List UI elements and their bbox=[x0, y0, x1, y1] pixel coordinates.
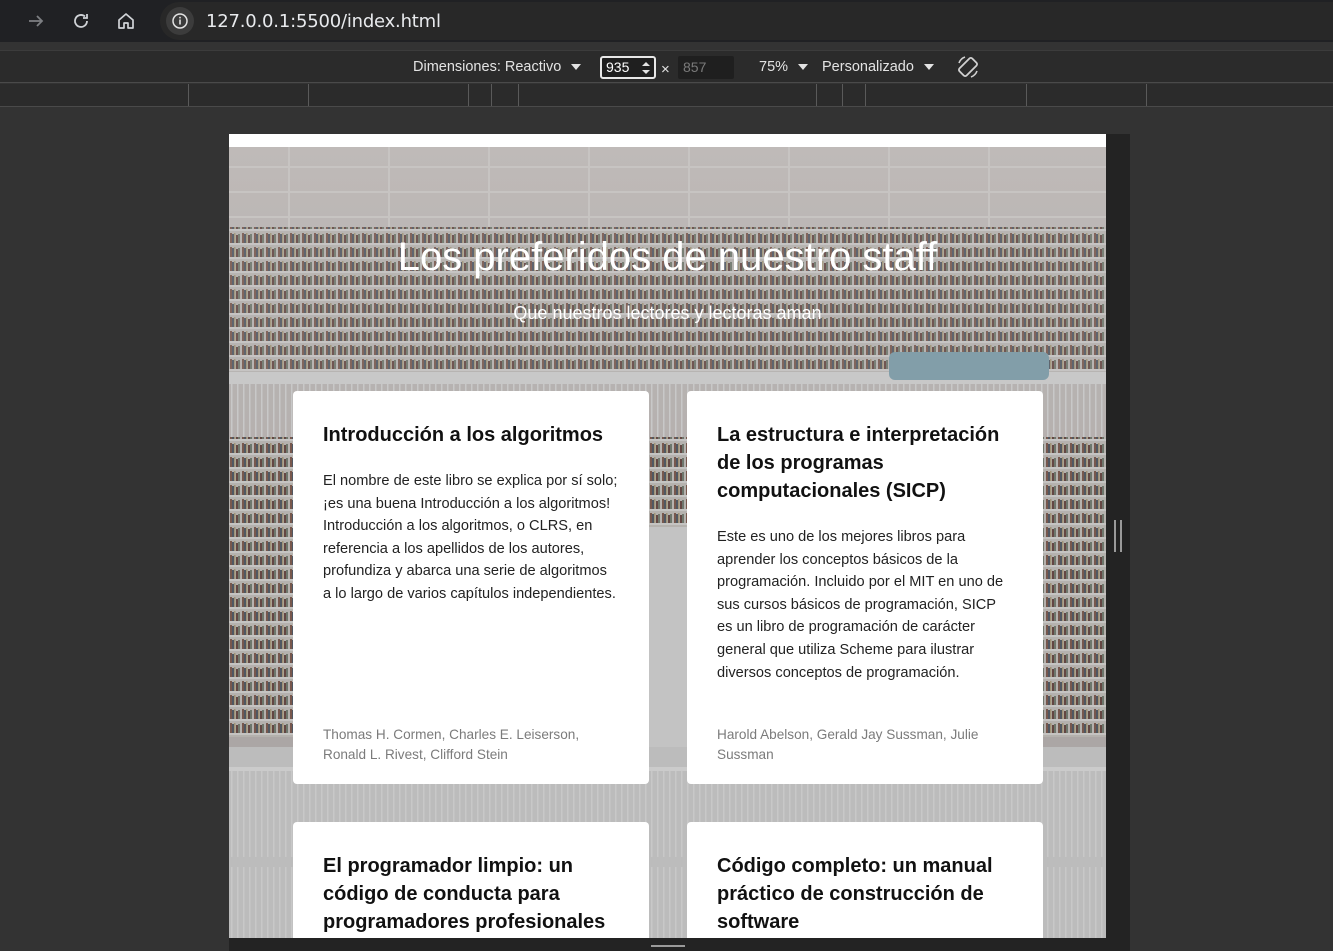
zoom-label: 75% bbox=[759, 59, 789, 75]
page-viewport: Los preferidos de nuestro staff Que nues… bbox=[229, 134, 1106, 938]
resize-handle-bottom[interactable] bbox=[651, 945, 685, 948]
book-title: Código completo: un manual práctico de c… bbox=[717, 855, 993, 933]
height-input[interactable]: 857 bbox=[678, 56, 734, 79]
book-card: El programador limpio: un código de cond… bbox=[293, 822, 649, 938]
spinner-icon[interactable] bbox=[641, 60, 651, 76]
dimensions-label: Dimensiones: Reactivo bbox=[413, 59, 562, 75]
url-text: 127.0.0.1:5500/index.html bbox=[206, 11, 441, 32]
forward-button[interactable] bbox=[21, 6, 51, 36]
media-query-bar[interactable] bbox=[0, 84, 1333, 107]
browser-toolbar: 127.0.0.1:5500/index.html bbox=[0, 0, 1333, 42]
book-authors: Harold Abelson, Gerald Jay Sussman, Juli… bbox=[717, 727, 979, 762]
rotate-icon[interactable] bbox=[955, 54, 981, 80]
width-input[interactable]: 935 bbox=[600, 56, 656, 79]
forward-arrow-icon bbox=[29, 15, 44, 27]
zoom-dropdown[interactable]: 75% bbox=[759, 59, 809, 75]
info-icon bbox=[172, 13, 188, 29]
book-title: La estructura e interpretación de los pr… bbox=[717, 424, 1000, 502]
chevron-down-icon bbox=[798, 64, 809, 70]
home-icon bbox=[118, 13, 134, 29]
site-info-button[interactable] bbox=[166, 7, 194, 35]
times-symbol: × bbox=[661, 61, 670, 78]
chevron-down-icon bbox=[923, 64, 934, 70]
page-title: Los preferidos de nuestro staff bbox=[397, 235, 938, 279]
resize-handle-right[interactable] bbox=[1114, 520, 1122, 552]
reload-button[interactable] bbox=[66, 6, 96, 36]
reload-icon bbox=[74, 14, 88, 28]
throttle-label: Personalizado bbox=[822, 59, 914, 75]
book-description: Este es uno de los mejores libros para a… bbox=[717, 529, 1004, 681]
book-authors: Thomas H. Cormen, Charles E. Leiserson, … bbox=[323, 727, 580, 762]
book-card: La estructura e interpretación de los pr… bbox=[687, 391, 1043, 784]
dimensions-dropdown[interactable]: Dimensiones: Reactivo bbox=[413, 59, 582, 75]
device-toolbar: Dimensiones: Reactivo 935 × 857 75% Pers… bbox=[0, 50, 1333, 83]
page-subtitle: Que nuestros lectores y lectoras aman bbox=[513, 303, 822, 323]
home-button[interactable] bbox=[111, 6, 141, 36]
address-bar[interactable]: 127.0.0.1:5500/index.html bbox=[160, 2, 1333, 40]
book-card: Código completo: un manual práctico de c… bbox=[687, 822, 1043, 938]
throttle-dropdown[interactable]: Personalizado bbox=[822, 59, 934, 75]
book-title: El programador limpio: un código de cond… bbox=[323, 855, 606, 933]
width-value: 935 bbox=[606, 59, 630, 75]
book-title: Introducción a los algoritmos bbox=[323, 424, 604, 446]
chevron-down-icon bbox=[571, 64, 582, 70]
book-card: Introducción a los algoritmos El nombre … bbox=[293, 391, 649, 784]
book-description: El nombre de este libro se explica por s… bbox=[323, 473, 618, 602]
height-value: 857 bbox=[683, 59, 707, 75]
